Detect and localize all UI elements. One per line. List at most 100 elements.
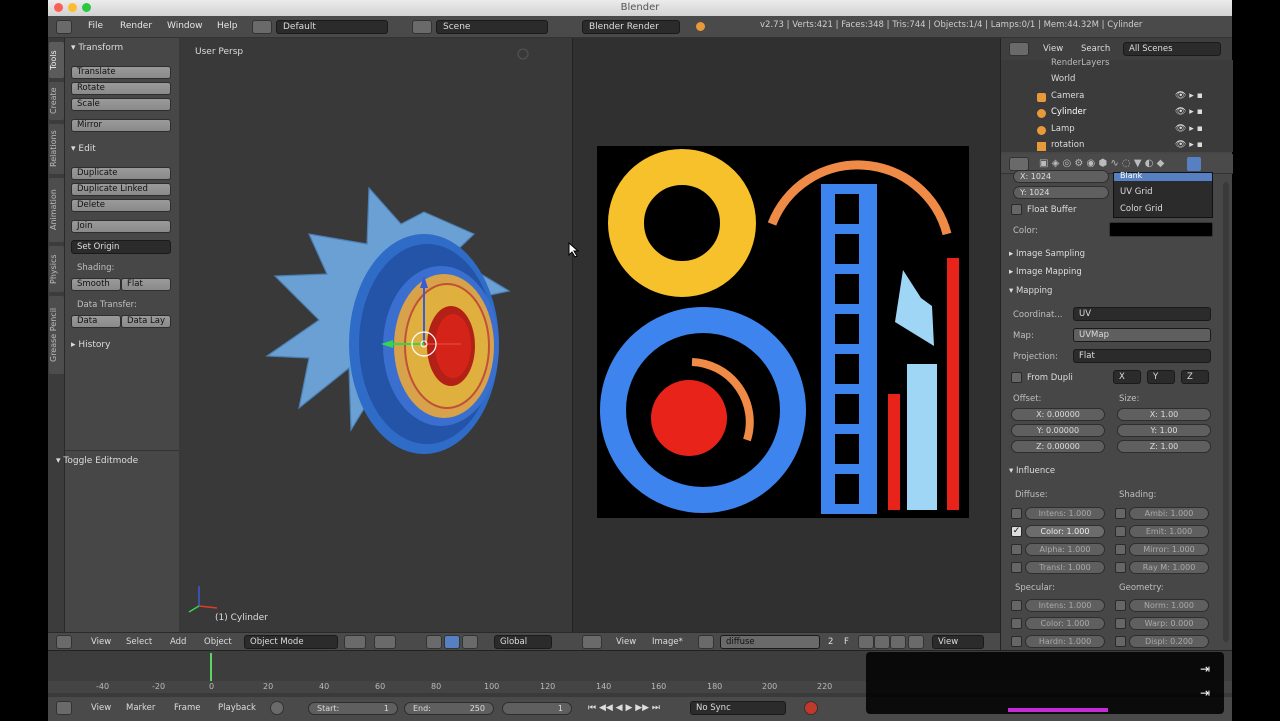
- menu-help[interactable]: Help: [217, 21, 238, 31]
- offset-y-field[interactable]: Y: 0.00000: [1011, 424, 1105, 437]
- diffuse-alpha-checkbox[interactable]: [1011, 544, 1022, 555]
- delete-button[interactable]: Delete: [71, 199, 171, 212]
- flat-button[interactable]: Flat: [121, 278, 171, 291]
- specular-color-field[interactable]: Color: 1.000: [1025, 617, 1105, 630]
- shading-mode-icon[interactable]: [344, 635, 366, 649]
- displace-field[interactable]: Displ: 0.200: [1129, 635, 1209, 648]
- data-button[interactable]: Data: [71, 315, 121, 328]
- hardness-field[interactable]: Hardn: 1.000: [1025, 635, 1105, 648]
- properties-scrollbar[interactable]: [1223, 182, 1229, 642]
- tab-grease-pencil[interactable]: Grease Pencil: [49, 296, 64, 374]
- open-image-icon[interactable]: [874, 635, 890, 649]
- transform-panel-header[interactable]: ▾ Transform: [71, 43, 123, 53]
- size-y-field[interactable]: Y: 1.00: [1117, 424, 1211, 437]
- lamp-visibility-icons[interactable]: 👁 ▸ ▪: [1175, 124, 1203, 134]
- diffuse-alpha-field[interactable]: Alpha: 1.000: [1025, 543, 1105, 556]
- image-editor-type-icon[interactable]: [582, 635, 602, 649]
- orientation-dropdown[interactable]: Global: [494, 635, 552, 649]
- edit-panel-header[interactable]: ▾ Edit: [71, 144, 96, 154]
- minimize-window-icon[interactable]: [68, 3, 77, 12]
- zoom-window-icon[interactable]: [82, 3, 91, 12]
- mirror-field[interactable]: Mirror: 1.000: [1129, 543, 1209, 556]
- viewport-corner-icon[interactable]: [517, 48, 529, 60]
- x-axis-dropdown[interactable]: X: [1113, 370, 1141, 384]
- record-button-icon[interactable]: [804, 701, 818, 715]
- smooth-button[interactable]: Smooth: [71, 278, 121, 291]
- outliner-item-camera[interactable]: Camera: [1051, 91, 1084, 101]
- viewport-menu-select[interactable]: Select: [126, 637, 152, 647]
- duplicate-button[interactable]: Duplicate: [71, 167, 171, 180]
- pivot-point-icon[interactable]: [374, 635, 396, 649]
- gear-object[interactable]: [265, 186, 511, 454]
- menu-item-blank[interactable]: Blank: [1114, 172, 1212, 181]
- scene-icon[interactable]: [412, 20, 432, 34]
- scale-button[interactable]: Scale: [71, 98, 171, 111]
- float-buffer-checkbox[interactable]: [1011, 204, 1022, 215]
- image-sampling-panel[interactable]: ▸ Image Sampling: [1009, 249, 1085, 259]
- menu-window[interactable]: Window: [167, 21, 203, 31]
- viewport-menu-add[interactable]: Add: [170, 637, 186, 647]
- viewport-menu-view[interactable]: View: [91, 637, 111, 647]
- close-window-icon[interactable]: [54, 3, 63, 12]
- 3d-viewport[interactable]: User Persp (1) Cylinder: [179, 38, 572, 632]
- render-engine-select[interactable]: Blender Render: [582, 20, 680, 34]
- timeline-menu-marker[interactable]: Marker: [126, 703, 155, 713]
- timeline-menu-playback[interactable]: Playback: [218, 703, 256, 713]
- outliner-item-renderlayers[interactable]: RenderLayers: [1051, 58, 1109, 68]
- normal-field[interactable]: Norm: 1.000: [1129, 599, 1209, 612]
- end-frame-field[interactable]: End: 250: [404, 702, 494, 715]
- tab-create[interactable]: Create: [49, 82, 64, 120]
- ray-mirror-field[interactable]: Ray M: 1.000: [1129, 561, 1209, 574]
- offset-z-field[interactable]: Z: 0.00000: [1011, 440, 1105, 453]
- width-field[interactable]: X: 1024: [1013, 170, 1109, 183]
- cylinder-visibility-icons[interactable]: 👁 ▸ ▪: [1175, 107, 1203, 117]
- timeline-menu-frame[interactable]: Frame: [174, 703, 200, 713]
- image-name-field[interactable]: diffuse: [720, 635, 820, 649]
- image-mapping-panel[interactable]: ▸ Image Mapping: [1009, 267, 1082, 277]
- layout-select[interactable]: Default: [276, 20, 388, 34]
- scene-select[interactable]: Scene: [436, 20, 548, 34]
- warp-checkbox[interactable]: [1115, 618, 1126, 629]
- menu-render[interactable]: Render: [120, 21, 152, 31]
- new-image-icon[interactable]: [858, 635, 874, 649]
- editor-type-icon[interactable]: [56, 20, 72, 34]
- history-panel-header[interactable]: ▸ History: [71, 340, 110, 350]
- duplicate-linked-button[interactable]: Duplicate Linked: [71, 183, 171, 196]
- diffuse-translucency-checkbox[interactable]: [1011, 562, 1022, 573]
- emit-field[interactable]: Emit: 1.000: [1129, 525, 1209, 538]
- start-frame-field[interactable]: Start: 1: [308, 702, 398, 715]
- image-view-dropdown[interactable]: View: [932, 635, 984, 649]
- outliner-item-cylinder[interactable]: Cylinder: [1051, 107, 1086, 117]
- menu-item-uv-grid[interactable]: UV Grid: [1120, 187, 1153, 197]
- y-axis-dropdown[interactable]: Y: [1147, 370, 1175, 384]
- diffuse-intensity-field[interactable]: Intens: 1.000: [1025, 507, 1105, 520]
- mirror-checkbox[interactable]: [1115, 544, 1126, 555]
- image-editor[interactable]: [572, 38, 1000, 632]
- normal-checkbox[interactable]: [1115, 600, 1126, 611]
- pin-image-icon[interactable]: [908, 635, 924, 649]
- diffuse-intensity-checkbox[interactable]: [1011, 508, 1022, 519]
- rotate-button[interactable]: Rotate: [71, 82, 171, 95]
- tab-tools[interactable]: Tools: [49, 42, 64, 78]
- manipulator-rotate-icon[interactable]: [444, 635, 460, 649]
- ray-mirror-checkbox[interactable]: [1115, 562, 1126, 573]
- layout-icon[interactable]: [252, 20, 272, 34]
- collapse-icon[interactable]: ⇥: [1200, 662, 1210, 676]
- diffuse-color-checkbox[interactable]: ✓: [1011, 526, 1022, 537]
- toggle-editmode-header[interactable]: ▾ Toggle Editmode: [56, 456, 138, 466]
- translate-button[interactable]: Translate: [71, 66, 171, 79]
- outliner-item-lamp[interactable]: Lamp: [1051, 124, 1075, 134]
- tab-relations[interactable]: Relations: [49, 124, 64, 174]
- viewport-editor-icon[interactable]: [56, 635, 72, 649]
- offset-x-field[interactable]: X: 0.00000: [1011, 408, 1105, 421]
- context-icons[interactable]: ▣ ◈ ◎ ⚙ ◉ ⬢ ∿ ◌ ▼ ◐ ◆: [1039, 158, 1164, 169]
- outliner-editor-icon[interactable]: [1009, 42, 1029, 56]
- emit-checkbox[interactable]: [1115, 526, 1126, 537]
- rotation-visibility-icons[interactable]: 👁 ▸ ▪: [1175, 140, 1203, 150]
- sync-mode-dropdown[interactable]: No Sync: [690, 701, 786, 715]
- join-button[interactable]: Join: [71, 220, 171, 233]
- keying-icon[interactable]: [270, 701, 284, 715]
- influence-panel[interactable]: ▾ Influence: [1009, 466, 1055, 476]
- expand-icon[interactable]: ⇥: [1200, 686, 1210, 700]
- texture-tab-icon[interactable]: [1187, 157, 1201, 171]
